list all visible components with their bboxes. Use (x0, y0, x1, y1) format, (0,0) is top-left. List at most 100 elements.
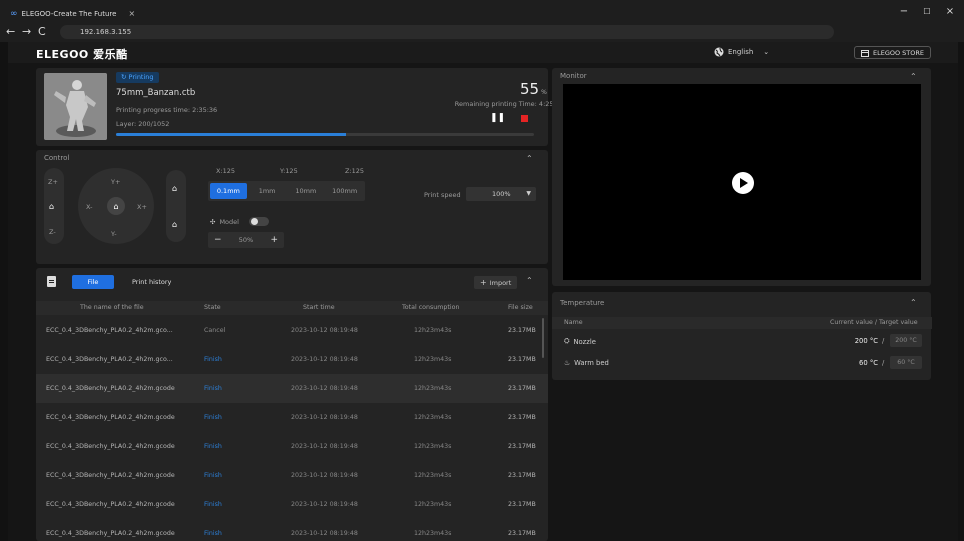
file-table-header: The name of the file State Start time To… (36, 301, 548, 315)
cell-file-size: 23.17MB (508, 501, 536, 508)
cell-file-size: 23.17MB (508, 443, 536, 450)
table-row[interactable]: ECC_0.4_3DBenchy_PLA0.2_4h2m.gcode Finish… (36, 432, 548, 461)
app-window: ELEGOO 爱乐酷 English ⌄ ELEGOO STORE ↻ Prin… (8, 42, 958, 541)
collapse-chevron-icon[interactable]: ⌃ (910, 72, 917, 81)
cell-state: Finish (204, 356, 222, 363)
y-plus-button[interactable]: Y+ (111, 178, 120, 186)
import-button[interactable]: + Import (474, 276, 518, 289)
store-button[interactable]: ELEGOO STORE (854, 46, 932, 59)
remaining-time: Remaining printing Time: 4:25:24 (454, 100, 564, 108)
top-nav: ELEGOO 爱乐酷 English ⌄ ELEGOO STORE (8, 42, 958, 63)
printing-status-badge: ↻ Printing (116, 72, 159, 83)
step-100mm[interactable]: 100mm (326, 183, 363, 199)
language-selector[interactable]: English ⌄ (714, 47, 769, 57)
camera-feed[interactable] (563, 84, 921, 280)
table-row[interactable]: ECC_0.4_3DBenchy_PLA0.2_4h2m.gcode Finish… (36, 403, 548, 432)
col-file-size: File size (508, 304, 533, 311)
browser-tab-bar: ∞ ELEGOO-Create The Future × − ☐ × (0, 0, 964, 22)
increase-button[interactable]: + (270, 235, 278, 245)
cell-state: Finish (204, 472, 222, 479)
home-xy-button[interactable]: ⌂ (107, 197, 125, 215)
y-minus-button[interactable]: Y- (111, 230, 117, 238)
print-file-name: 75mm_Banzan.ctb (116, 88, 196, 98)
x-minus-button[interactable]: X- (86, 203, 92, 211)
globe-icon (714, 47, 724, 57)
table-row[interactable]: ECC_0.4_3DBenchy_PLA0.2_4h2m.gcode Finish… (36, 519, 548, 541)
table-row[interactable]: ECC_0.4_3DBenchy_PLA0.2_4h2m.gco... Cance… (36, 316, 548, 345)
col-file-name: The name of the file (80, 304, 144, 311)
col-start-time: Start time (303, 304, 335, 311)
close-window-icon[interactable]: × (940, 4, 960, 18)
back-arrow-icon[interactable]: ← (6, 25, 15, 38)
scrollbar[interactable] (542, 318, 544, 358)
cell-file-name: ECC_0.4_3DBenchy_PLA0.2_4h2m.gco... (46, 327, 173, 334)
browser-tab[interactable]: ∞ ELEGOO-Create The Future × (4, 5, 164, 22)
print-progress-time: Printing progress time: 2:35:36 (116, 106, 218, 114)
z-minus-button[interactable]: Z- (49, 228, 56, 236)
decrease-button[interactable]: − (214, 235, 222, 245)
brand-logo: ELEGOO 爱乐酷 (36, 48, 128, 61)
cell-file-size: 23.17MB (508, 472, 536, 479)
minimize-icon[interactable]: − (894, 4, 914, 18)
close-tab-icon[interactable]: × (128, 9, 135, 18)
collapse-chevron-icon[interactable]: ⌃ (526, 276, 533, 285)
print-speed-label: Print speed (424, 191, 461, 199)
col-current-target: Current value / Target value (830, 319, 918, 326)
nozzle-row: ⛭ Nozzle 200 °C / 200 °C (552, 332, 932, 354)
monitor-title: Monitor (560, 72, 587, 80)
z-plus-button[interactable]: Z+ (48, 178, 58, 186)
home-icon: ⌂ (113, 201, 119, 211)
table-row[interactable]: ECC_0.4_3DBenchy_PLA0.2_4h2m.gcode Finish… (36, 374, 548, 403)
cell-file-name: ECC_0.4_3DBenchy_PLA0.2_4h2m.gcode (46, 501, 175, 508)
control-panel: Control ⌃ Z+ ⌂ Z- Y+ Y- X- X+ ⌂ ⌂ ⌂ X:12… (36, 150, 548, 264)
col-state: State (204, 304, 221, 311)
xy-joystick: Y+ Y- X- X+ ⌂ (78, 168, 154, 244)
reload-icon[interactable]: C (38, 25, 46, 38)
tab-file[interactable]: File (72, 275, 114, 289)
print-layer: Layer: 200/1052 (116, 120, 170, 128)
table-row[interactable]: ECC_0.4_3DBenchy_PLA0.2_4h2m.gcode Finish… (36, 490, 548, 519)
home-x-icon[interactable]: ⌂ (172, 220, 177, 229)
collapse-chevron-icon[interactable]: ⌃ (910, 298, 917, 307)
play-icon[interactable] (732, 172, 754, 194)
print-speed-select[interactable]: 100% ▼ (466, 187, 536, 201)
temperature-header: Name Current value / Target value (552, 317, 932, 329)
url-field[interactable]: 192.168.3.155 (60, 25, 834, 39)
cell-consumption: 12h23m43s (414, 356, 452, 363)
table-row[interactable]: ECC_0.4_3DBenchy_PLA0.2_4h2m.gco... Finis… (36, 345, 548, 374)
table-row[interactable]: ECC_0.4_3DBenchy_PLA0.2_4h2m.gcode Finish… (36, 461, 548, 490)
home-all-icon[interactable]: ⌂ (172, 184, 177, 193)
cell-file-name: ECC_0.4_3DBenchy_PLA0.2_4h2m.gcode (46, 443, 175, 450)
store-icon (861, 49, 869, 57)
maximize-icon[interactable]: ☐ (917, 4, 937, 18)
tab-print-history[interactable]: Print history (118, 275, 185, 289)
stop-button[interactable] (521, 115, 528, 122)
model-label: Model (219, 217, 239, 226)
cell-state: Finish (204, 501, 222, 508)
forward-arrow-icon[interactable]: → (22, 25, 31, 38)
y-coordinate: Y:125 (280, 167, 298, 175)
step-size-selector: 0.1mm 1mm 10mm 100mm (208, 181, 365, 201)
bed-target-input[interactable]: 60 °C (890, 356, 922, 369)
cell-file-name: ECC_0.4_3DBenchy_PLA0.2_4h2m.gcode (46, 472, 175, 479)
x-plus-button[interactable]: X+ (137, 203, 147, 211)
nozzle-current: 200 °C (854, 337, 878, 345)
model-thumbnail (44, 73, 107, 140)
pause-button[interactable]: ❚❚ (490, 113, 505, 123)
browser-tab-title: ELEGOO-Create The Future (21, 9, 117, 18)
bed-label: Warm bed (574, 359, 609, 367)
collapse-chevron-icon[interactable]: ⌃ (526, 154, 533, 163)
cell-start-time: 2023-10-12 08:19:48 (291, 530, 358, 537)
cell-file-name: ECC_0.4_3DBenchy_PLA0.2_4h2m.gco... (46, 356, 173, 363)
cell-consumption: 12h23m43s (414, 327, 452, 334)
temperature-panel: Temperature ⌃ Name Current value / Targe… (552, 292, 932, 380)
home-z-icon[interactable]: ⌂ (49, 202, 54, 211)
cell-state: Finish (204, 385, 222, 392)
model-fan-toggle[interactable] (248, 217, 269, 226)
fan-speed-value: 50% (238, 236, 254, 244)
fan-speed-stepper: − 50% + (208, 232, 284, 248)
step-10mm[interactable]: 10mm (288, 183, 325, 199)
step-0-1mm[interactable]: 0.1mm (210, 183, 247, 199)
nozzle-target-input[interactable]: 200 °C (890, 334, 922, 347)
step-1mm[interactable]: 1mm (249, 183, 286, 199)
